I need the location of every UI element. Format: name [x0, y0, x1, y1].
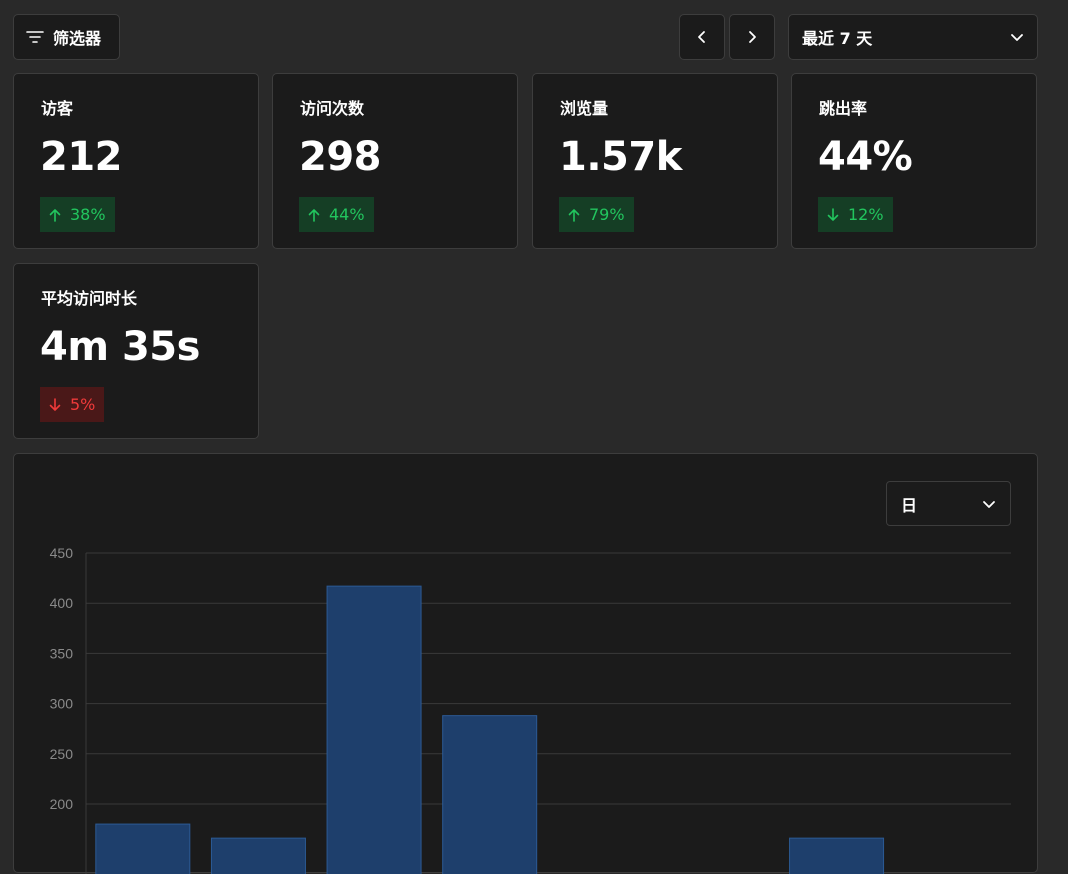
chart-bar[interactable] — [442, 715, 538, 874]
arrow-up-icon — [568, 208, 580, 222]
metric-value: 298 — [299, 134, 382, 180]
arrow-up-icon — [49, 208, 61, 222]
metric-value: 212 — [40, 134, 123, 180]
chevron-right-icon — [747, 30, 757, 44]
filter-button-label: 筛选器 — [53, 29, 102, 48]
chevron-down-icon — [982, 499, 996, 509]
metric-change-value: 79% — [589, 205, 625, 224]
time-unit-select[interactable]: 日 — [886, 481, 1011, 526]
metric-label: 跳出率 — [819, 99, 868, 118]
y-tick-label: 300 — [50, 696, 74, 712]
metric-change-badge: 12% — [818, 197, 893, 232]
metric-change-value: 5% — [70, 395, 96, 414]
y-tick-label: 350 — [50, 645, 74, 661]
metric-label: 浏览量 — [560, 99, 609, 118]
metric-label: 平均访问时长 — [41, 289, 138, 308]
date-range-value: 最近 7 天 — [802, 29, 873, 48]
metric-card-avg-visit-duration: 平均访问时长 4m 35s 5% — [13, 263, 259, 439]
chart-panel: 200 250 300 350 400 450 日 — [13, 453, 1038, 874]
previous-period-button[interactable] — [679, 14, 725, 60]
filter-icon — [26, 30, 44, 44]
y-tick-label: 200 — [50, 796, 74, 812]
metric-change-badge: 38% — [40, 197, 115, 232]
metric-card-bounce-rate: 跳出率 44% 12% — [791, 73, 1037, 249]
filter-button[interactable]: 筛选器 — [13, 14, 120, 60]
chart-bar[interactable] — [95, 823, 191, 874]
y-tick-label: 250 — [50, 746, 74, 762]
chart-bar[interactable] — [210, 837, 306, 874]
y-tick-label: 400 — [50, 595, 74, 611]
metric-change-value: 38% — [70, 205, 106, 224]
arrow-up-icon — [308, 208, 320, 222]
arrow-down-icon — [49, 397, 61, 412]
toolbar: 筛选器 最近 7 天 — [0, 0, 1068, 70]
metric-change-value: 44% — [329, 205, 365, 224]
metric-label: 访问次数 — [300, 99, 365, 118]
arrow-down-icon — [827, 207, 839, 222]
metric-value: 4m 35s — [40, 324, 200, 370]
chevron-left-icon — [697, 30, 707, 44]
metric-card-visits: 访问次数 298 44% — [272, 73, 518, 249]
metric-label: 访客 — [41, 99, 74, 118]
chart-bar[interactable] — [789, 837, 885, 874]
metric-change-badge: 44% — [299, 197, 374, 232]
y-tick-label: 450 — [50, 545, 74, 561]
next-period-button[interactable] — [729, 14, 775, 60]
metric-value: 44% — [818, 134, 913, 180]
chart-bar[interactable] — [326, 585, 422, 874]
date-range-select[interactable]: 最近 7 天 — [788, 14, 1038, 60]
metric-change-badge: 79% — [559, 197, 634, 232]
metric-value: 1.57k — [559, 134, 682, 180]
metric-card-visitors: 访客 212 38% — [13, 73, 259, 249]
time-unit-value: 日 — [901, 495, 918, 515]
chevron-down-icon — [1010, 32, 1024, 42]
metric-card-pageviews: 浏览量 1.57k 79% — [532, 73, 778, 249]
metric-change-value: 12% — [848, 205, 884, 224]
metric-change-badge: 5% — [40, 387, 105, 422]
